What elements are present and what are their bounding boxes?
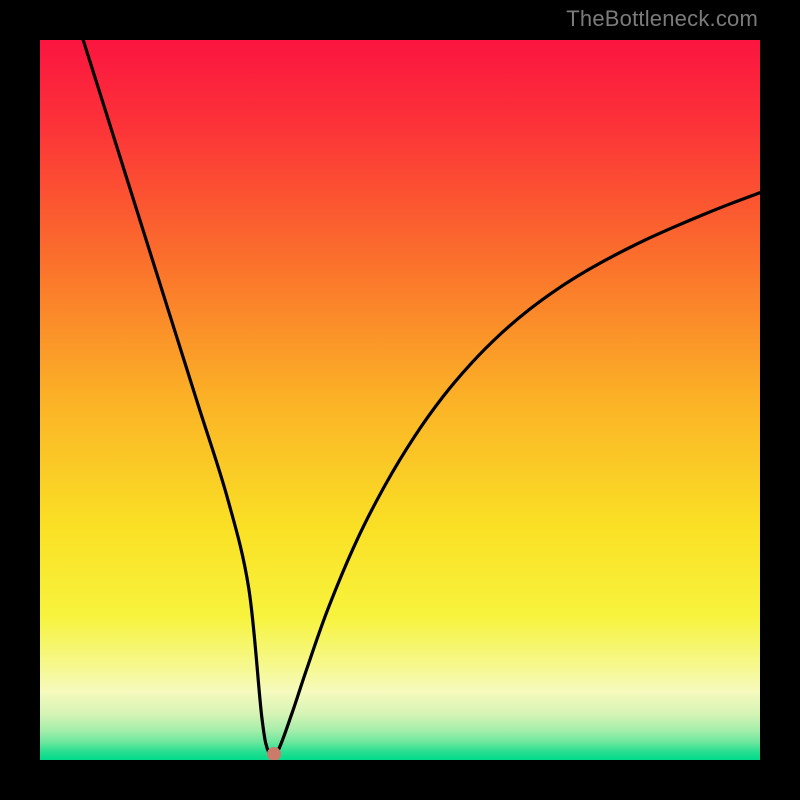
plot-area — [40, 40, 760, 760]
chart-frame: TheBottleneck.com — [0, 0, 800, 800]
optimum-marker-icon — [267, 747, 281, 760]
watermark-text: TheBottleneck.com — [566, 6, 758, 32]
curve-layer — [40, 40, 760, 760]
bottleneck-curve — [83, 40, 760, 757]
